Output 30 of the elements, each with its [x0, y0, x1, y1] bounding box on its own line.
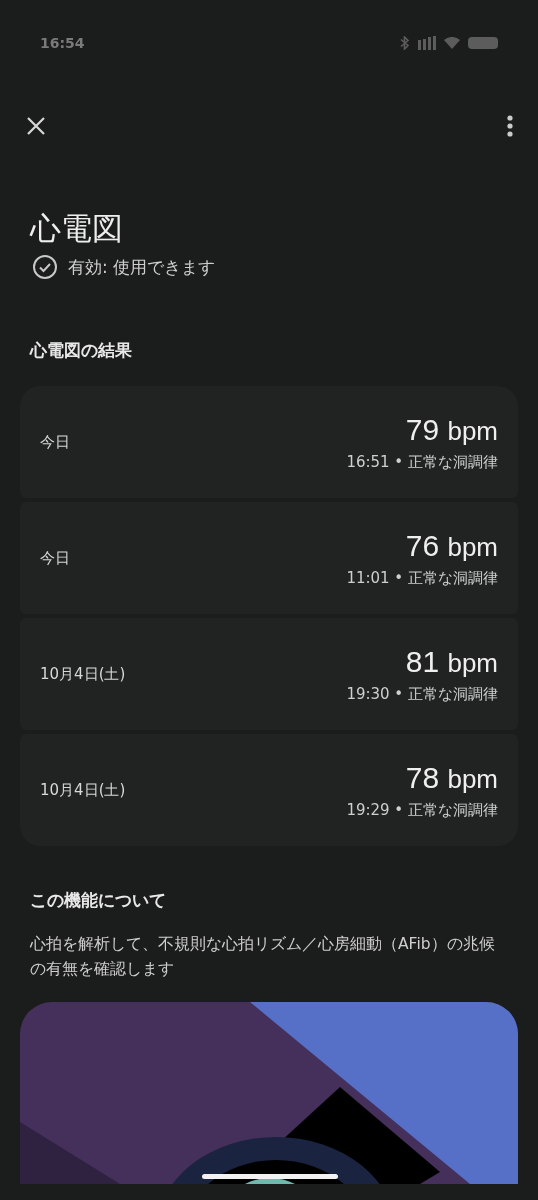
section-heading: 心電図の結果: [30, 339, 133, 362]
bpm-value: 78 bpm: [405, 760, 498, 795]
result-date: 今日: [40, 548, 70, 568]
result-date: 今日: [40, 432, 70, 452]
result-card[interactable]: 今日 76 bpm 11:01 • 正常な洞調律: [20, 502, 518, 614]
section-heading: この機能について: [30, 889, 167, 912]
result-card[interactable]: 10月4日(土) 81 bpm 19:30 • 正常な洞調律: [20, 618, 518, 730]
result-card[interactable]: 10月4日(土) 78 bpm 19:29 • 正常な洞調律: [20, 734, 518, 846]
more-options-icon[interactable]: [506, 115, 514, 137]
bluetooth-icon: [400, 36, 410, 50]
result-card[interactable]: 今日 79 bpm 16:51 • 正常な洞調律: [20, 386, 518, 498]
description: 心拍を解析して、不規則な心拍リズム／心房細動（AFib）の兆候の有無を確認します: [30, 934, 496, 980]
bpm-value: 76 bpm: [405, 528, 498, 563]
status-time: 16:54: [40, 35, 85, 51]
navigation-handle[interactable]: [202, 1174, 338, 1179]
result-detail: 19:29 • 正常な洞調律: [346, 800, 498, 820]
bpm-value: 81 bpm: [405, 644, 498, 679]
wifi-icon: [444, 37, 460, 49]
result-date: 10月4日(土): [40, 664, 126, 684]
battery-icon: [468, 37, 498, 49]
result-detail: 11:01 • 正常な洞調律: [346, 568, 498, 588]
signal-icon: [418, 36, 436, 50]
page-title: 心電図: [30, 209, 124, 248]
check-circle-icon: [32, 254, 58, 280]
close-icon[interactable]: [26, 116, 46, 136]
result-detail: 16:51 • 正常な洞調律: [346, 452, 498, 472]
result-date: 10月4日(土): [40, 780, 126, 800]
bpm-value: 79 bpm: [405, 412, 498, 447]
result-detail: 19:30 • 正常な洞調律: [346, 684, 498, 704]
status-text: 有効: 使用できます: [68, 255, 216, 279]
